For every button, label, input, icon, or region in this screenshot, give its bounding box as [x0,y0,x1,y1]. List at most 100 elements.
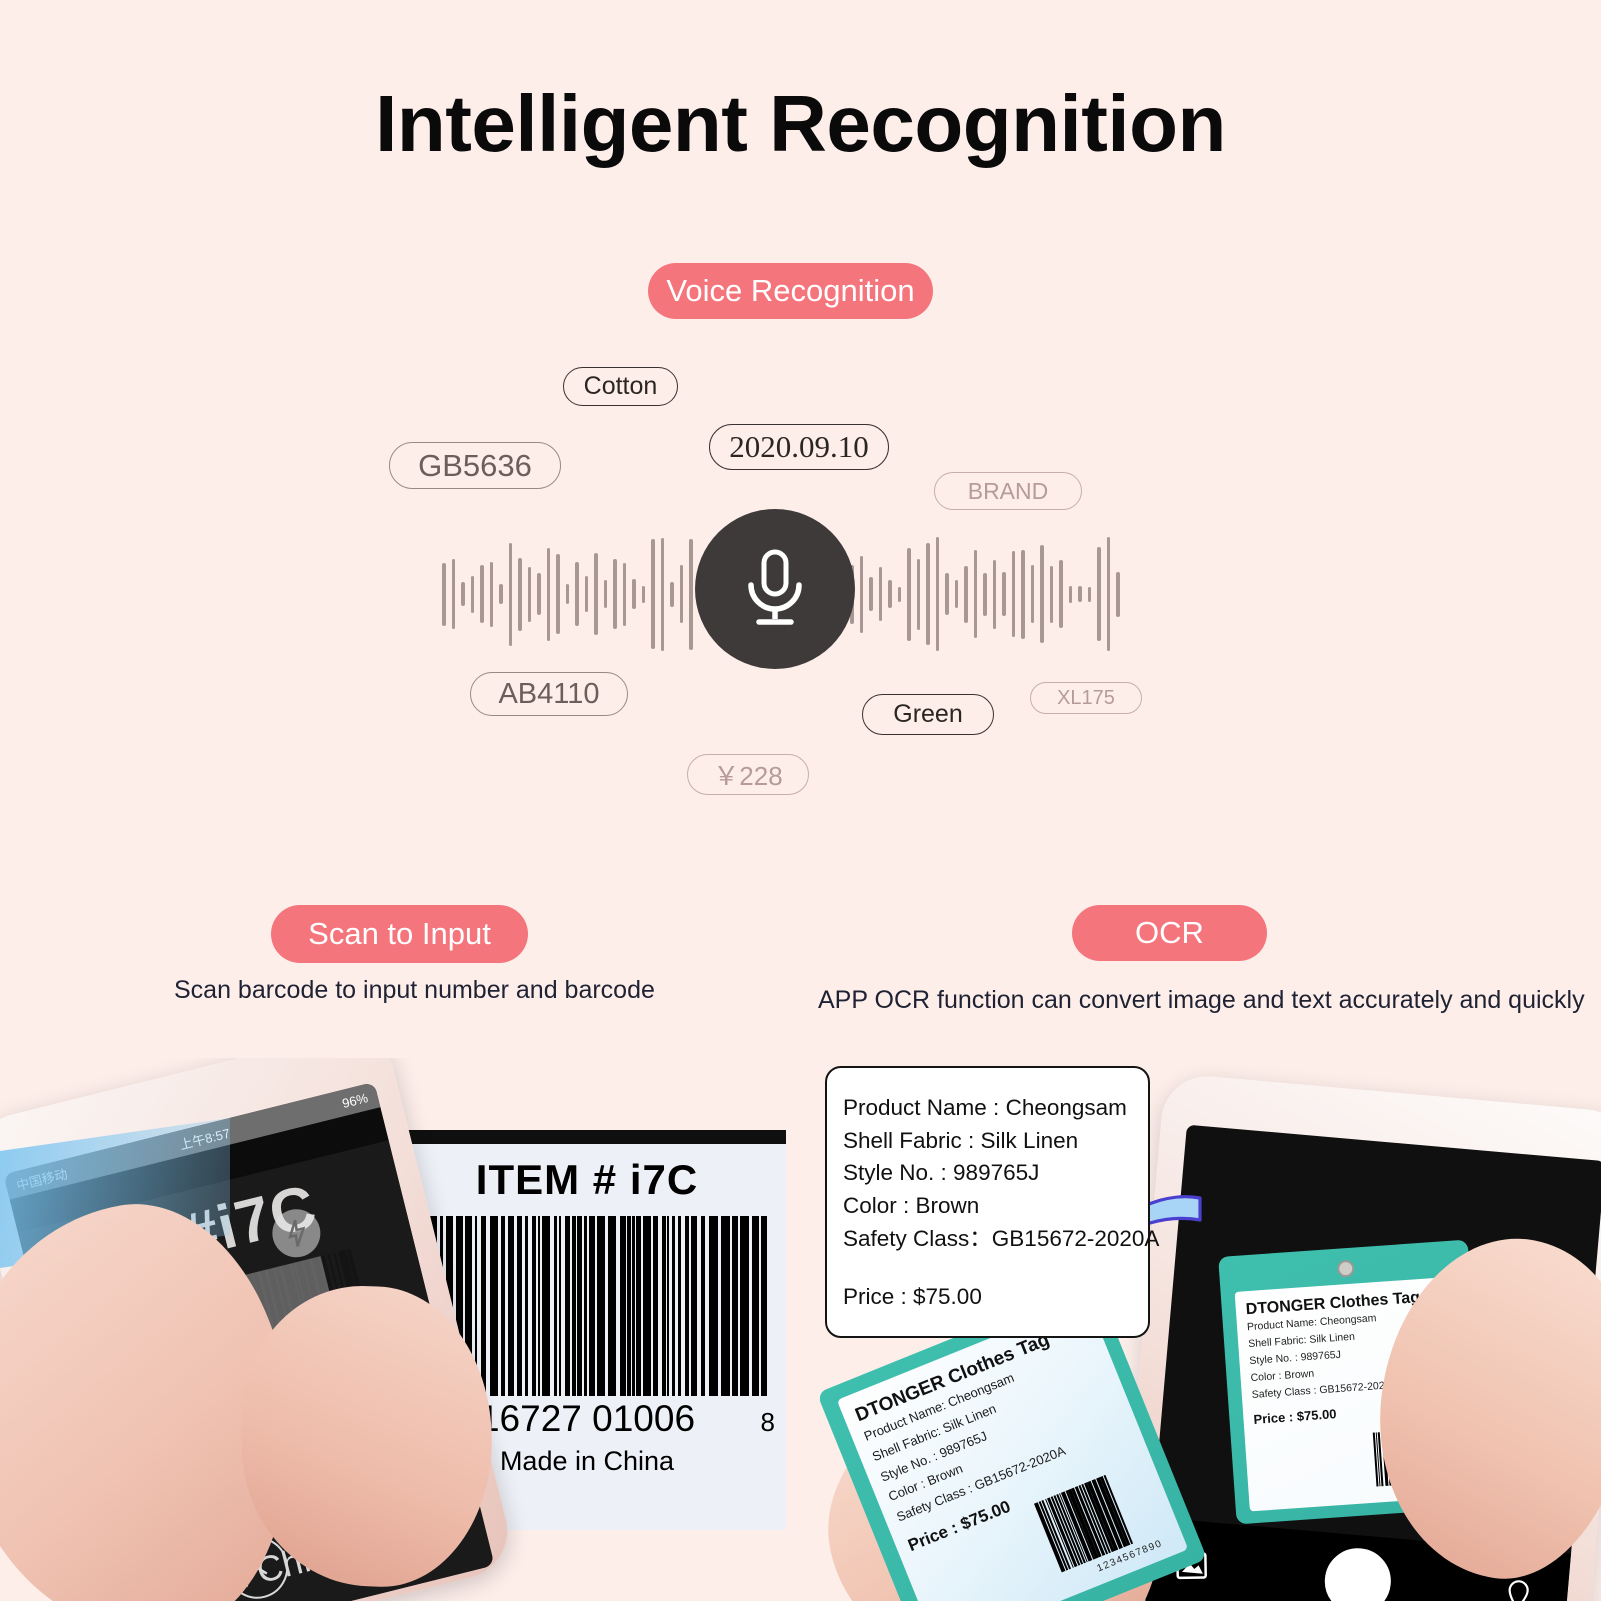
waveform-bar [508,542,512,646]
waveform-bar [546,547,550,641]
waveform-bar [1068,585,1072,603]
barcode-bar [626,1216,631,1396]
voice-tag-gb5636[interactable]: GB5636 [389,442,561,489]
barcode-bar [684,1216,689,1396]
barcode-bar [558,1216,562,1396]
waveform-bar [622,562,626,626]
barcode-bar [760,1216,768,1396]
ocr-line: Color : Brown [843,1192,980,1218]
barcode-bar [572,1216,576,1396]
ocr-badge[interactable]: OCR [1072,905,1267,961]
scan-photo: ITEM # i7C 8 16727 01006 8 Made in China… [0,1058,786,1601]
waveform-bar [964,565,968,623]
waveform-bar [470,575,474,613]
waveform-bar [594,553,598,635]
waveform-bar [451,559,455,629]
waveform-bar [945,573,949,615]
barcode-bar [542,1216,550,1396]
voice-tag-brand[interactable]: BRAND [934,472,1082,510]
status-battery: 96% [340,1089,370,1111]
waveform-bar [1116,571,1120,617]
waveform-bar [869,577,873,611]
waveform-bar [973,550,977,638]
flash-icon[interactable] [1504,1577,1543,1601]
barcode-bar [584,1216,587,1396]
waveform-bar [480,565,484,623]
waveform-bar [1059,560,1063,628]
waveform-bar [992,559,996,629]
waveform-bar [613,559,617,629]
ocr-line: Safety Class：GB15672-2020A [843,1225,1160,1251]
ocr-caption: APP OCR function can convert image and t… [818,986,1585,1014]
barcode-bar [500,1216,505,1396]
barcode-bar [731,1216,739,1396]
scan-to-input-badge[interactable]: Scan to Input [271,905,528,963]
waveform-bar [499,584,503,604]
waveform-bar [565,584,569,604]
waveform-bar [575,562,579,626]
label-digit-right: 8 [760,1407,775,1437]
ocr-price: Price : $75.00 [843,1284,982,1310]
barcode-bar [564,1216,570,1396]
barcode-bar [608,1216,616,1396]
barcode-bar [588,1216,595,1396]
barcode-bar [678,1216,681,1396]
ocr-photo: DTONGER Clothes Tag Product Name: Cheong… [820,1058,1601,1601]
waveform-bar [888,580,892,608]
barcode-bar [553,1216,558,1396]
waveform-bar [935,537,939,651]
waveform-bar [1040,545,1044,643]
waveform-bar [679,565,683,623]
barcode-bar [596,1216,605,1396]
waveform-bar [489,561,493,627]
barcode-bar [701,1216,706,1396]
barcode-bar [490,1216,498,1396]
barcode-bar [481,1216,487,1396]
waveform-bar [897,586,901,602]
shutter-button[interactable] [1317,1541,1398,1601]
waveform-right [850,530,1120,658]
microphone-icon [748,549,802,625]
ocr-result-card: Product Name : Cheongsam Shell Fabric : … [825,1066,1160,1338]
voice-tag-xl175[interactable]: XL175 [1030,682,1142,714]
waveform-bar [1097,547,1101,641]
intelligent-recognition-page: Intelligent Recognition Voice Recognitio… [0,0,1601,1601]
waveform-bar [603,580,607,608]
waveform-bar [632,579,636,609]
barcode-bar [709,1216,718,1396]
voice-tag-green[interactable]: Green [862,694,994,735]
voice-tag-date[interactable]: 2020.09.10 [709,424,889,470]
waveform-bar [1106,537,1110,651]
voice-tag-ab4110[interactable]: AB4110 [470,672,628,716]
scan-to-input-caption: Scan barcode to input number and barcode [174,976,655,1004]
waveform-bar [1049,565,1053,623]
waveform-bar [983,572,987,616]
label-top-band [385,1130,786,1144]
barcode-bar [636,1216,641,1396]
voice-tag-price[interactable]: ￥228 [687,754,809,795]
waveform-bar [916,558,920,630]
voice-tag-cotton[interactable]: Cotton [563,367,678,406]
waveform-bar [1011,551,1015,637]
waveform-bar [527,566,531,622]
barcode-bar [516,1216,523,1396]
barcode-bar [690,1216,698,1396]
barcode-bar [620,1216,626,1396]
waveform-bar [660,537,664,651]
barcode-bar [721,1216,730,1396]
ocr-line: Shell Fabric : Silk Linen [843,1127,1079,1153]
microphone-button[interactable] [695,509,855,669]
barcode-bar [642,1216,651,1396]
waveform-bar [907,547,911,641]
waveform-bar [1021,549,1025,639]
waveform-bar [1078,586,1082,602]
barcode-bar [653,1216,659,1396]
waveform-bar [878,567,882,621]
barcode-bar [661,1216,666,1396]
barcode-bar [751,1216,759,1396]
voice-recognition-badge[interactable]: Voice Recognition [648,263,933,319]
label-item-text: ITEM # i7C [475,1156,699,1203]
waveform-bar [442,562,446,626]
waveform-bar [954,580,958,608]
waveform-bar [518,557,522,631]
